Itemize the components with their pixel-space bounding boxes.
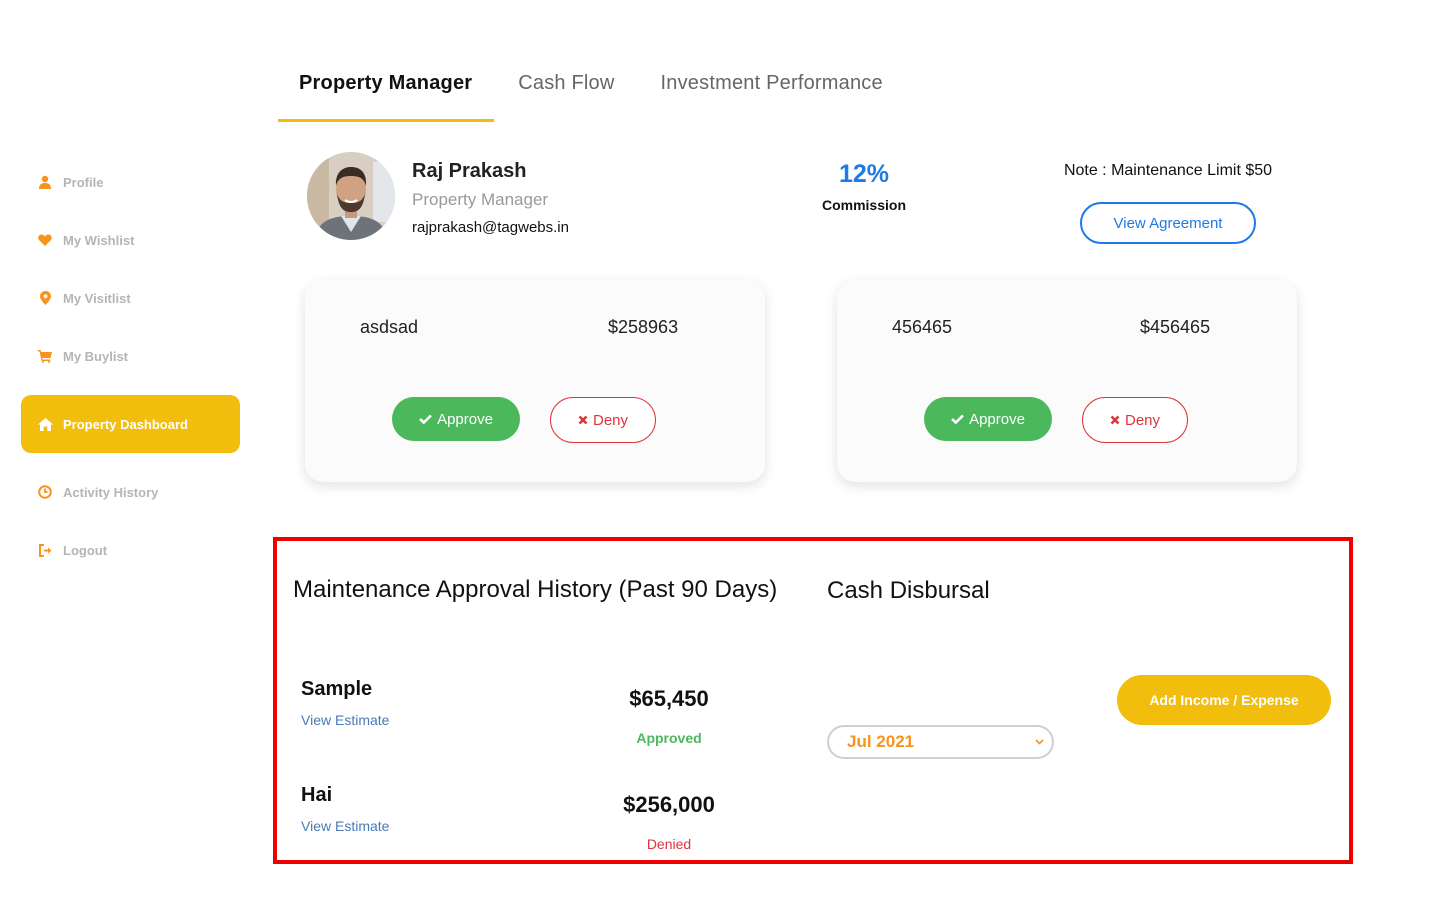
- approve-button[interactable]: Approve: [924, 397, 1052, 441]
- tab-cash-flow[interactable]: Cash Flow: [494, 62, 638, 122]
- tab-property-manager[interactable]: Property Manager: [278, 62, 495, 122]
- request-card: asdsad $258963 Approve Deny: [305, 280, 765, 482]
- sidebar-item-label: My Wishlist: [63, 232, 135, 248]
- view-agreement-button[interactable]: View Agreement: [1080, 202, 1256, 244]
- check-icon: [419, 411, 432, 428]
- sidebar-item-activity-history[interactable]: Activity History: [21, 463, 240, 521]
- sidebar-item-profile[interactable]: Profile: [21, 153, 240, 211]
- view-estimate-link[interactable]: View Estimate: [301, 712, 389, 728]
- sidebar-item-visitlist[interactable]: My Visitlist: [21, 269, 240, 327]
- approve-label: Approve: [969, 410, 1025, 428]
- approve-label: Approve: [437, 410, 493, 428]
- logout-icon: [37, 542, 53, 558]
- manager-email: rajprakash@tagwebs.in: [412, 219, 569, 236]
- commission-value: 12%: [838, 160, 890, 188]
- month-select-value: Jul 2021: [847, 732, 915, 751]
- history-item-amount: $256,000: [623, 792, 715, 817]
- status-badge: Approved: [636, 730, 702, 746]
- user-icon: [37, 174, 53, 190]
- x-icon: [1110, 413, 1120, 428]
- history-item-amount: $65,450: [629, 686, 709, 711]
- add-income-expense-button[interactable]: Add Income / Expense: [1117, 675, 1331, 725]
- deny-button[interactable]: Deny: [550, 397, 656, 443]
- sidebar-item-label: My Visitlist: [63, 290, 131, 306]
- sidebar-item-label: Property Dashboard: [63, 416, 188, 432]
- sidebar-item-label: Logout: [63, 542, 108, 558]
- check-icon: [951, 411, 964, 428]
- manager-name: Raj Prakash: [412, 160, 527, 182]
- history-item-name: Hai: [301, 784, 333, 806]
- request-amount: $258963: [608, 317, 679, 337]
- cart-icon: [37, 348, 53, 364]
- sidebar-item-buylist[interactable]: My Buylist: [21, 327, 240, 385]
- map-pin-icon: [37, 290, 53, 306]
- history-title: Maintenance Approval History (Past 90 Da…: [293, 576, 778, 603]
- home-icon: [37, 416, 53, 432]
- sidebar-item-label: Activity History: [63, 484, 159, 500]
- heart-icon: [37, 232, 53, 248]
- manager-role: Property Manager: [412, 190, 549, 209]
- clock-icon: [37, 484, 53, 500]
- sidebar-item-property-dashboard[interactable]: Property Dashboard: [21, 395, 240, 453]
- x-icon: [578, 413, 588, 428]
- tab-bar: Property Manager Cash Flow Investment Pe…: [278, 62, 905, 122]
- chevron-down-icon: [1035, 737, 1044, 748]
- sidebar-item-logout[interactable]: Logout: [21, 521, 240, 579]
- sidebar-item-label: Profile: [63, 174, 104, 190]
- sidebar-item-label: My Buylist: [63, 348, 129, 364]
- approve-button[interactable]: Approve: [392, 397, 520, 441]
- request-amount: $456465: [1140, 317, 1211, 337]
- request-card: 456465 $456465 Approve Deny: [837, 280, 1297, 482]
- cash-disbursal-title: Cash Disbursal: [827, 577, 990, 604]
- view-estimate-link[interactable]: View Estimate: [301, 818, 389, 834]
- tab-investment-performance[interactable]: Investment Performance: [639, 62, 905, 122]
- sidebar: Profile My Wishlist My Visitlist My Buyl…: [0, 0, 260, 900]
- deny-label: Deny: [592, 411, 629, 429]
- maintenance-limit-note: Note : Maintenance Limit $50: [1063, 162, 1273, 179]
- deny-button[interactable]: Deny: [1082, 397, 1188, 443]
- sidebar-item-wishlist[interactable]: My Wishlist: [21, 211, 240, 269]
- status-badge: Denied: [646, 836, 692, 852]
- commission-label: Commission: [821, 197, 906, 213]
- deny-label: Deny: [1124, 411, 1161, 429]
- month-select[interactable]: Jul 2021: [827, 725, 1054, 759]
- request-description: 456465: [892, 317, 953, 337]
- history-item-name: Sample: [301, 678, 373, 700]
- avatar: [307, 152, 395, 240]
- request-description: asdsad: [360, 317, 419, 337]
